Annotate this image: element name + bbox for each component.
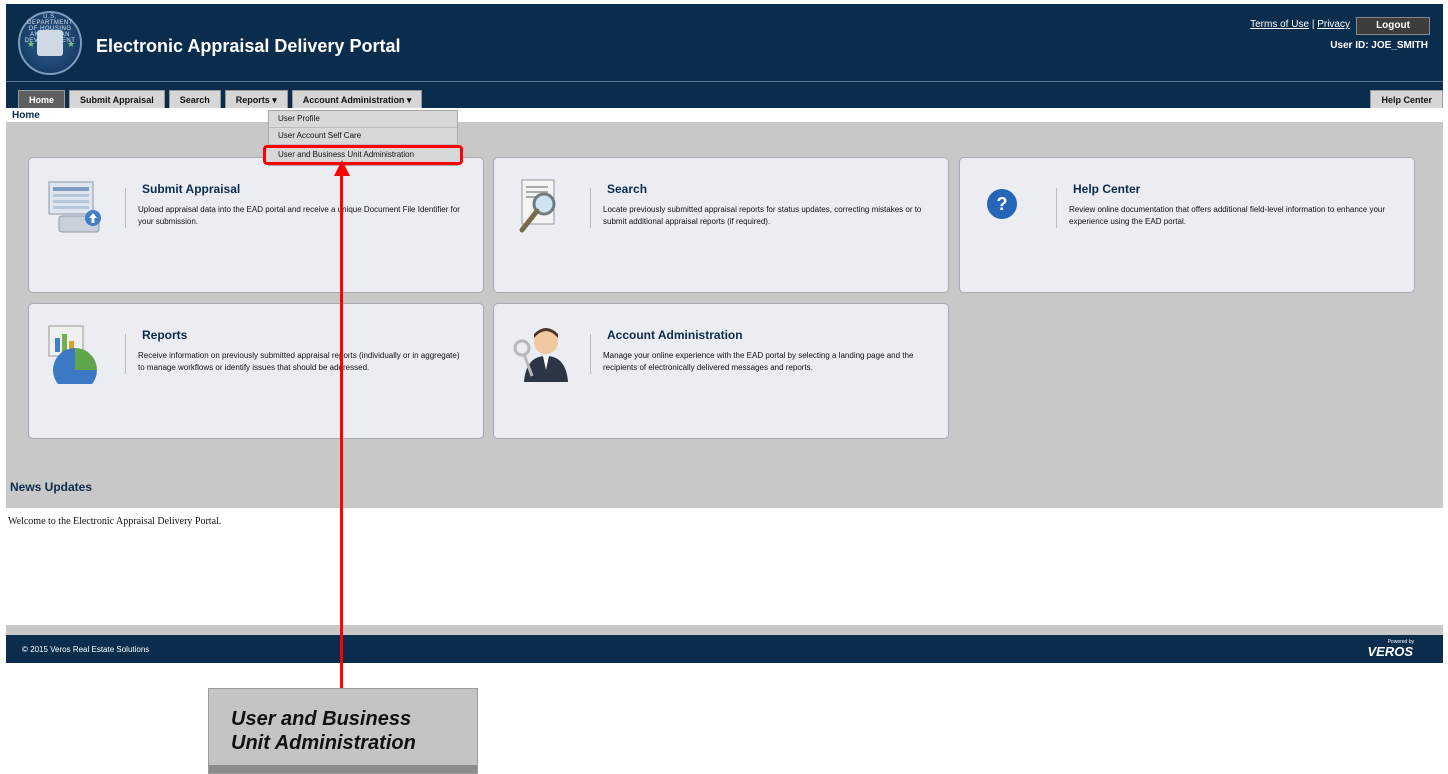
card-description: Receive information on previously submit…: [138, 351, 460, 372]
news-updates-title: News Updates: [10, 480, 93, 494]
menu-item-user-account-self-care[interactable]: User Account Self Care: [269, 128, 457, 145]
card-description: Manage your online experience with the E…: [603, 351, 914, 372]
card-description: Upload appraisal data into the EAD porta…: [138, 205, 460, 226]
breadcrumb: Home: [12, 110, 40, 121]
card-divider: [590, 188, 591, 228]
card-divider: [125, 334, 126, 374]
main-nav: Home Submit Appraisal Search Reports ▾ A…: [18, 90, 423, 108]
logout-button[interactable]: Logout: [1356, 17, 1430, 35]
tab-help-center[interactable]: Help Center: [1370, 90, 1443, 108]
card-description: Review online documentation that offers …: [1069, 205, 1386, 226]
star-icon: ★: [27, 39, 36, 49]
news-text: Welcome to the Electronic Appraisal Deli…: [8, 516, 222, 527]
terms-of-use-link[interactable]: Terms of Use: [1250, 19, 1309, 30]
card-search[interactable]: Search Locate previously submitted appra…: [493, 157, 949, 293]
seal-building: [37, 30, 63, 56]
callout-line-2: Unit Administration: [231, 732, 416, 754]
tab-reports[interactable]: Reports ▾: [224, 90, 288, 108]
breadcrumb-bar: [6, 108, 1443, 122]
link-divider: |: [1311, 19, 1315, 30]
upload-computer-icon: [48, 181, 101, 233]
card-divider: [125, 188, 126, 228]
card-divider: [1056, 188, 1057, 228]
header: U.S. DEPARTMENT OF HOUSING AND URBAN DEV…: [6, 4, 1443, 108]
user-key-icon: [513, 328, 568, 382]
copyright-text: © 2015 Veros Real Estate Solutions: [22, 645, 150, 654]
news-panel: Welcome to the Electronic Appraisal Deli…: [6, 508, 1443, 625]
callout-shadow: [209, 765, 477, 773]
footer: © 2015 Veros Real Estate Solutions Power…: [6, 635, 1443, 663]
annotation-arrow-head: [334, 160, 350, 176]
card-divider: [590, 334, 591, 374]
svg-text:?: ?: [997, 194, 1008, 214]
card-title[interactable]: Account Administration: [607, 328, 743, 342]
card-title[interactable]: Search: [607, 182, 647, 196]
tab-account-administration[interactable]: Account Administration ▾: [291, 90, 423, 108]
question-icon: ?: [987, 189, 1017, 219]
hud-seal-logo: U.S. DEPARTMENT OF HOUSING AND URBAN DEV…: [18, 11, 82, 75]
menu-item-user-business-unit-administration[interactable]: User and Business Unit Administration: [263, 145, 463, 165]
callout-line-1: User and Business: [231, 708, 412, 730]
magnifier-document-icon: [519, 179, 556, 233]
tab-home[interactable]: Home: [18, 90, 66, 108]
tab-submit-appraisal[interactable]: Submit Appraisal: [69, 90, 165, 108]
top-links: Terms of Use | Privacy: [1250, 19, 1350, 30]
privacy-link[interactable]: Privacy: [1317, 19, 1350, 30]
card-title[interactable]: Help Center: [1073, 182, 1140, 196]
user-id-label: User ID: JOE_SMITH: [1330, 40, 1428, 51]
account-administration-menu: User Profile User Account Self Care User…: [263, 110, 463, 166]
annotation-arrow-line: [340, 175, 343, 688]
card-reports[interactable]: Reports Receive information on previousl…: [28, 303, 484, 439]
report-chart-icon: [48, 325, 97, 384]
header-divider: [6, 81, 1443, 82]
app-title: Electronic Appraisal Delivery Portal: [96, 36, 401, 56]
annotation-callout: User and Business Unit Administration: [208, 688, 478, 774]
card-title[interactable]: Reports: [142, 328, 187, 342]
tab-search[interactable]: Search: [168, 90, 221, 108]
card-title[interactable]: Submit Appraisal: [142, 182, 240, 196]
card-help-center[interactable]: ? Help Center Review online documentatio…: [959, 157, 1415, 293]
menu-item-user-profile[interactable]: User Profile: [269, 111, 457, 128]
veros-logo: VEROS: [1367, 644, 1413, 659]
card-submit-appraisal[interactable]: Submit Appraisal Upload appraisal data i…: [28, 157, 484, 293]
star-icon: ★: [67, 39, 76, 49]
card-description: Locate previously submitted appraisal re…: [603, 205, 922, 226]
portal-window: U.S. DEPARTMENT OF HOUSING AND URBAN DEV…: [6, 4, 1443, 663]
callout-text: User and Business Unit Administration: [231, 707, 416, 755]
card-account-administration[interactable]: Account Administration Manage your onlin…: [493, 303, 949, 439]
